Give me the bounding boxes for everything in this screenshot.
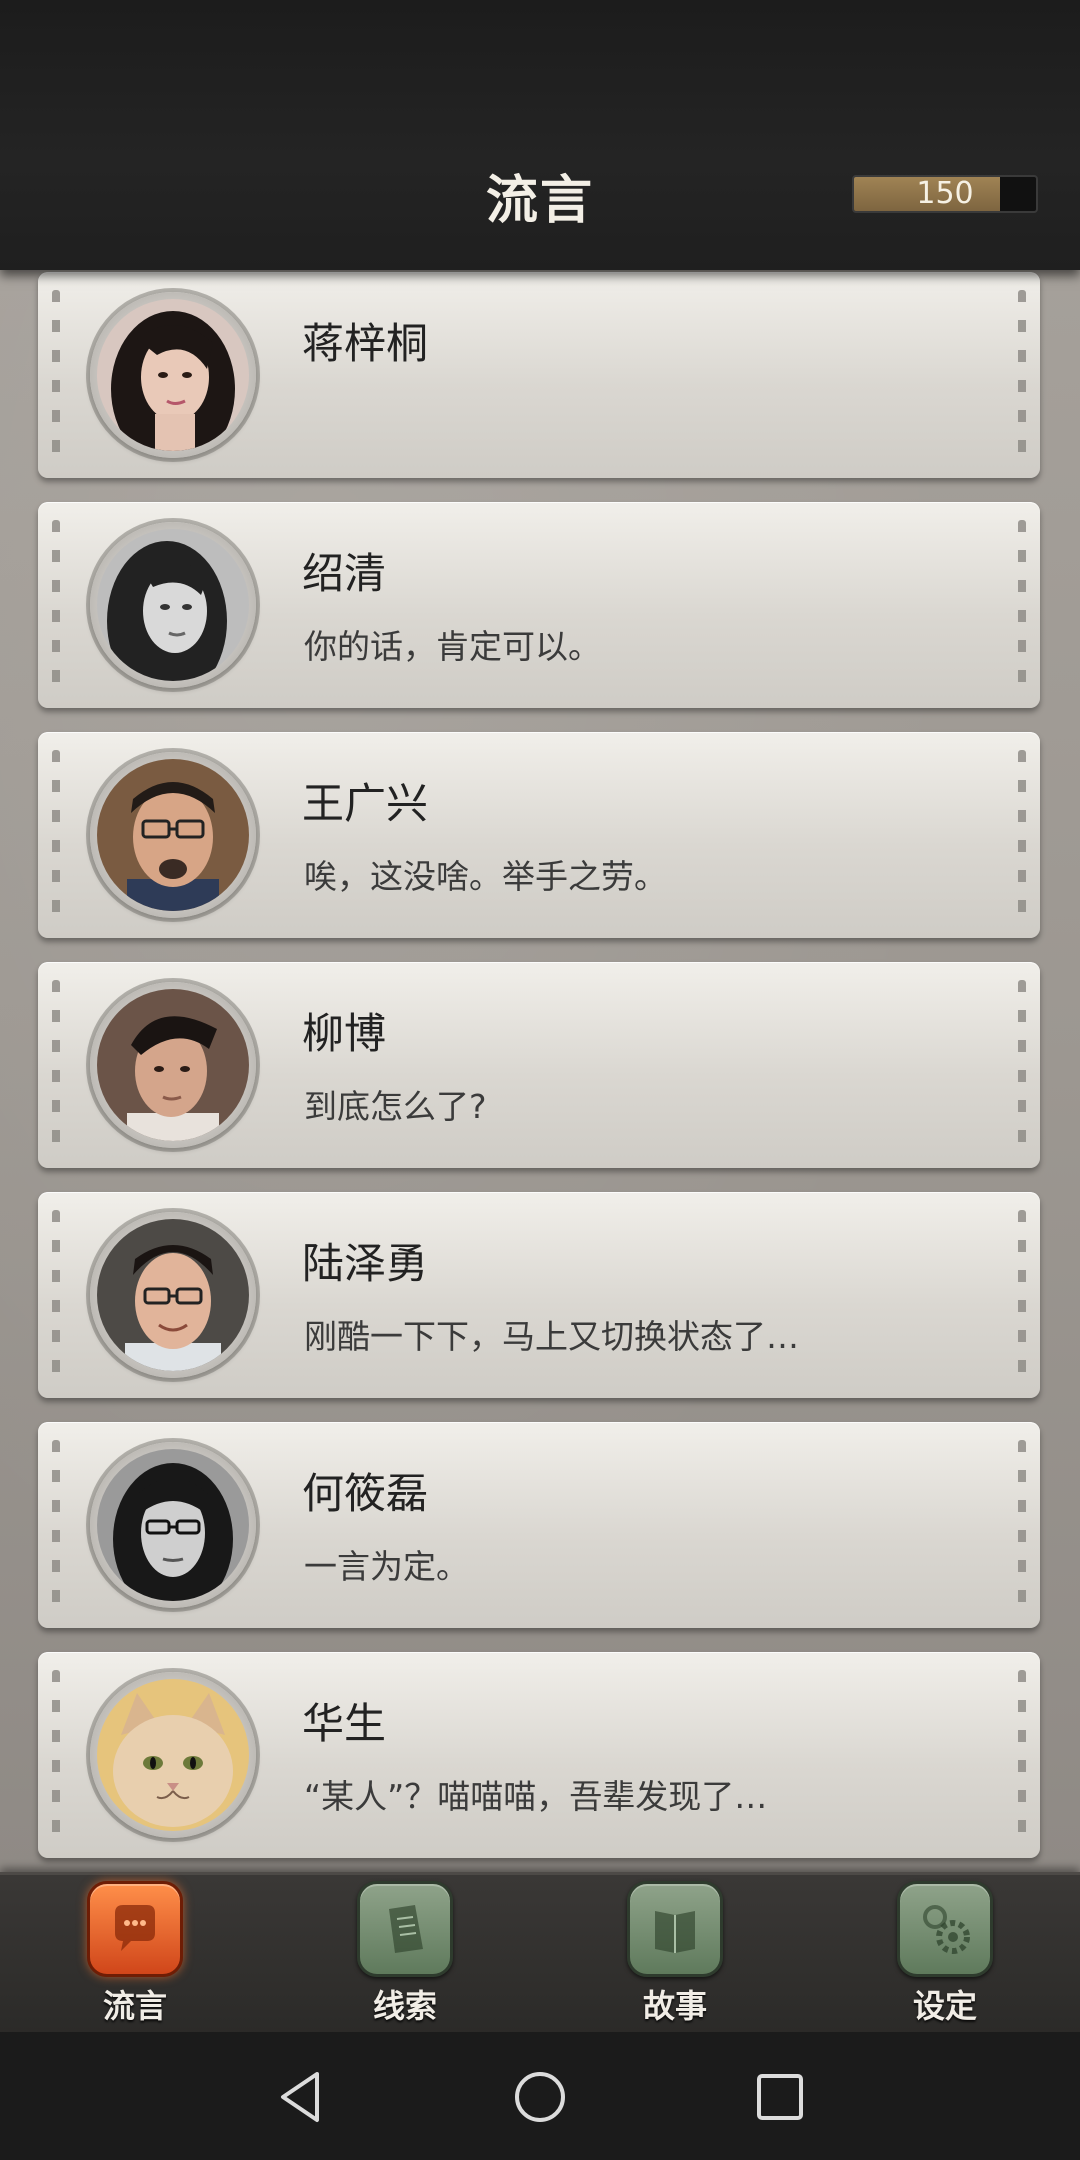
rumor-list-area[interactable]: 蒋梓桐 绍清 你的话，肯定可以。 王广兴 唉，这没啥。举手之劳。 柳博 到底怎么… [0, 270, 1080, 1872]
tab-clues[interactable]: 线索 [335, 1881, 475, 2025]
rumor-card-watson[interactable]: 华生 “某人”？喵喵喵，吾辈发现了… [38, 1652, 1040, 1858]
contact-name: 王广兴 [302, 779, 429, 828]
header-bar: 流言 150 [0, 0, 1080, 270]
avatar-frame [90, 1672, 256, 1838]
contact-name: 何筱磊 [302, 1469, 429, 1518]
bottom-tab-bar: 流言 线索 故事 设定 [0, 1872, 1080, 2035]
energy-meter: 150 [852, 175, 1038, 213]
tab-label: 流言 [102, 1987, 167, 2025]
rumor-card-he-xiaolei[interactable]: 何筱磊 一言为定。 [38, 1422, 1040, 1628]
last-message: 唉，这没啥。举手之劳。 [304, 857, 667, 896]
rumor-card-lu-zeyong[interactable]: 陆泽勇 刚酷一下下，马上又切换状态了… [38, 1192, 1040, 1398]
avatar-man-slicked-hair [97, 989, 249, 1141]
tab-label: 设定 [912, 1987, 977, 2025]
last-message: 你的话，肯定可以。 [304, 627, 601, 666]
tab-settings[interactable]: 设定 [875, 1881, 1015, 2025]
rumor-card-shao-qing[interactable]: 绍清 你的话，肯定可以。 [38, 502, 1040, 708]
recent-apps-icon[interactable] [745, 2062, 815, 2132]
avatar-frame [90, 292, 256, 458]
avatar-man-glasses-smiling [97, 1219, 249, 1371]
chat-bubble-icon [87, 1881, 183, 1977]
avatar-frame [90, 752, 256, 918]
rumor-card-jiang-zitong[interactable]: 蒋梓桐 [38, 272, 1040, 478]
last-message: 刚酷一下下，马上又切换状态了… [304, 1317, 799, 1356]
avatar-woman-grayscale [97, 529, 249, 681]
rumor-card-wang-guangxing[interactable]: 王广兴 唉，这没啥。举手之劳。 [38, 732, 1040, 938]
contact-name: 华生 [302, 1699, 387, 1748]
contact-name: 绍清 [302, 549, 387, 598]
avatar-frame [90, 1442, 256, 1608]
avatar-frame [90, 982, 256, 1148]
avatar-cat [97, 1679, 249, 1831]
contact-name: 陆泽勇 [302, 1239, 429, 1288]
avatar-man-glasses-goatee [97, 759, 249, 911]
contact-name: 柳博 [302, 1009, 387, 1058]
energy-value: 150 [916, 176, 974, 211]
last-message: “某人”？喵喵喵，吾辈发现了… [304, 1777, 768, 1816]
avatar-woman-long-hair [97, 299, 249, 451]
last-message: 到底怎么了? [304, 1087, 487, 1126]
tab-story[interactable]: 故事 [605, 1881, 745, 2025]
document-icon [357, 1881, 453, 1977]
book-icon [627, 1881, 723, 1977]
system-navigation-bar [0, 2032, 1080, 2160]
rumor-card-liu-bo[interactable]: 柳博 到底怎么了? [38, 962, 1040, 1168]
avatar-frame [90, 522, 256, 688]
contact-name: 蒋梓桐 [302, 319, 429, 368]
home-icon[interactable] [505, 2062, 575, 2132]
gear-icon [897, 1881, 993, 1977]
back-icon[interactable] [265, 2062, 335, 2132]
tab-label: 故事 [642, 1987, 707, 2025]
tab-label: 线索 [372, 1987, 437, 2025]
tab-rumors[interactable]: 流言 [65, 1881, 205, 2025]
avatar-frame [90, 1212, 256, 1378]
last-message: 一言为定。 [304, 1547, 469, 1586]
avatar-man-long-hair-glasses [97, 1449, 249, 1601]
